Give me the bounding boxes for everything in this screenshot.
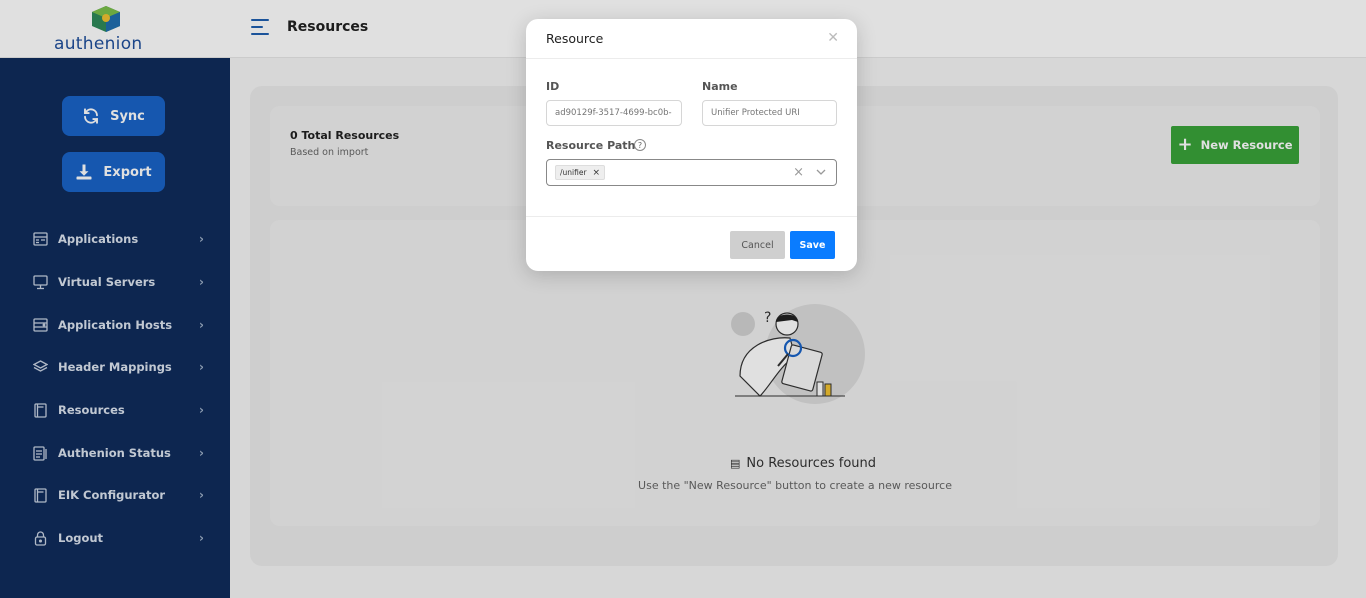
clear-icon[interactable]: × (793, 165, 804, 180)
path-tag: /unifier × (555, 165, 606, 180)
modal-footer-divider (526, 216, 857, 217)
remove-tag-icon[interactable]: × (593, 168, 601, 178)
close-icon[interactable]: ✕ (827, 30, 839, 46)
help-icon[interactable]: ? (634, 139, 646, 151)
modal-title: Resource (546, 31, 604, 46)
resource-path-select[interactable]: /unifier × × (546, 159, 837, 186)
name-field[interactable] (702, 100, 837, 126)
chevron-down-icon[interactable] (815, 166, 827, 178)
id-field[interactable] (546, 100, 682, 126)
resource-path-label: Resource Path (546, 139, 636, 152)
id-input[interactable] (555, 108, 673, 118)
save-button[interactable]: Save (790, 231, 835, 259)
id-label: ID (546, 80, 560, 93)
name-label: Name (702, 80, 738, 93)
cancel-button[interactable]: Cancel (730, 231, 785, 259)
name-input[interactable] (711, 108, 828, 118)
path-tag-label: /unifier (560, 168, 587, 177)
modal-header: Resource ✕ (526, 19, 857, 59)
